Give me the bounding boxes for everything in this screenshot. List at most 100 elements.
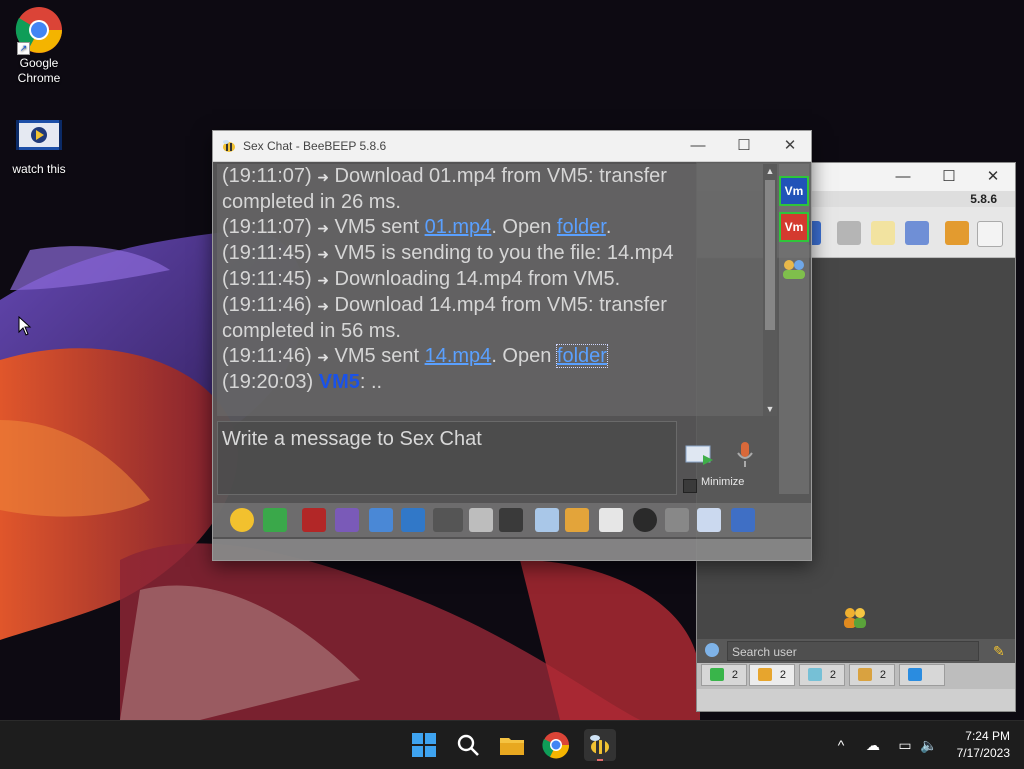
file-explorer-icon[interactable]	[496, 729, 528, 761]
clear-chat-icon[interactable]	[665, 508, 689, 532]
volume-icon[interactable]: 🔈	[918, 721, 940, 769]
send-mail-icon[interactable]	[263, 508, 287, 532]
file-transfer-icon: ➜	[317, 272, 329, 288]
clear-search-icon[interactable]: ✎	[993, 643, 1005, 660]
chat-message-area[interactable]: (19:11:07) ➜ Download 01.mp4 from VM5: t…	[217, 164, 763, 416]
search-icon[interactable]	[452, 729, 484, 761]
chat-message: (19:11:07) ➜ Download 01.mp4 from VM5: t…	[222, 165, 667, 187]
start-windows-icon[interactable]	[408, 729, 440, 761]
file-link[interactable]: 14.mp4	[425, 345, 492, 367]
file-transfer-icon: ➜	[317, 220, 329, 236]
users-icon	[758, 668, 772, 681]
desktop-icon-label: watch this	[12, 162, 66, 176]
download-icon[interactable]	[945, 221, 969, 245]
mail-icon[interactable]	[837, 221, 861, 245]
chat-window-title: Sex Chat - BeeBEEP 5.8.6	[243, 139, 387, 153]
file-transfer-icon: ➜	[317, 298, 329, 314]
tools-icon[interactable]	[905, 221, 929, 245]
chat-format-toolbar	[213, 503, 811, 537]
file-transfer-icon: ➜	[317, 349, 329, 365]
chat-members-column: Vm Vm	[779, 164, 809, 494]
spellcheck-icon[interactable]	[433, 508, 463, 532]
groups-icon	[858, 668, 872, 681]
onedrive-offline-icon[interactable]: ☁	[862, 721, 884, 769]
chat-message: (19:11:46) ➜ VM5 sent 14.mp4. Open folde…	[222, 344, 608, 368]
show-hidden-icons-icon[interactable]: ^	[832, 721, 850, 769]
network-icon[interactable]: ▭	[894, 721, 916, 769]
clock-time: 7:24 PM	[965, 729, 1010, 743]
write-icon[interactable]	[871, 221, 895, 245]
search-user-input[interactable]: Search user	[727, 641, 979, 661]
minimize-button[interactable]: —	[687, 136, 709, 156]
file-link[interactable]: 01.mp4	[425, 216, 492, 238]
beebeep-bee-icon[interactable]	[584, 729, 616, 761]
chat-message: (19:11:46) ➜ Download 14.mp4 from VM5: t…	[222, 294, 667, 316]
desktop-icon-label: Google Chrome	[17, 56, 61, 85]
send-file-icon[interactable]	[685, 443, 715, 467]
word-complete-icon[interactable]	[469, 508, 493, 532]
beebeep-bee-icon	[221, 138, 237, 154]
tab-users[interactable]: 2	[749, 664, 795, 686]
chat-message-continued: completed in 26 ms.	[222, 191, 401, 213]
detach-chat-icon[interactable]	[731, 508, 755, 532]
chat-message: (19:11:07) ➜ VM5 sent 01.mp4. Open folde…	[222, 216, 612, 238]
tab-conversations[interactable]: 2	[799, 664, 845, 686]
minimize-button[interactable]: —	[893, 167, 913, 187]
taskbar: ^ ☁ ▭ 🔈 7:24 PM 7/17/2023	[0, 720, 1024, 769]
member-avatar[interactable]: Vm	[779, 212, 809, 242]
group-members-icon[interactable]	[781, 258, 807, 280]
desktop-icon-watch-this[interactable]: watch this	[3, 120, 75, 177]
emoticon-icon[interactable]	[230, 508, 254, 532]
open-folder-link[interactable]: folder	[555, 344, 608, 368]
chat-window-titlebar[interactable]: Sex Chat - BeeBEEP 5.8.6 — ☐ ✕	[213, 131, 811, 162]
message-scrollbar[interactable]: ▲ ▼	[763, 164, 777, 416]
screenshot-icon[interactable]	[633, 508, 657, 532]
chat-status-bar	[213, 539, 811, 560]
maximize-button[interactable]: ☐	[733, 136, 755, 156]
shortcut-arrow-icon: ↗	[17, 42, 30, 55]
notes-icon[interactable]	[977, 221, 1003, 247]
scroll-up-icon[interactable]: ▲	[765, 165, 775, 177]
scroll-thumb[interactable]	[765, 180, 775, 330]
send-file-icon[interactable]	[535, 508, 559, 532]
share-icon	[908, 668, 922, 681]
filter-icon[interactable]	[369, 508, 393, 532]
desktop-icon-chrome[interactable]: ↗ Google Chrome	[3, 6, 75, 86]
close-button[interactable]: ✕	[983, 167, 1003, 187]
member-avatar[interactable]: Vm	[779, 176, 809, 206]
chat-window[interactable]: Sex Chat - BeeBEEP 5.8.6 — ☐ ✕ (19:11:07…	[212, 130, 812, 561]
chrome-icon: ↗	[15, 6, 63, 55]
message-input[interactable]: Write a message to Sex Chat	[217, 421, 677, 495]
users-group-icon	[841, 605, 869, 629]
clock[interactable]: 7:24 PM 7/17/2023	[957, 728, 1010, 762]
maximize-button[interactable]: ☐	[939, 167, 959, 187]
minimize-label: Minimize	[701, 476, 745, 488]
enter-send-icon[interactable]	[499, 508, 523, 532]
video-file-icon	[16, 120, 62, 150]
html-code-icon[interactable]	[599, 508, 623, 532]
bubbles-icon	[808, 668, 822, 681]
tab-share[interactable]	[899, 664, 945, 686]
save-chat-icon[interactable]	[697, 508, 721, 532]
open-folder-link[interactable]: folder	[557, 216, 606, 238]
font-icon[interactable]	[302, 508, 326, 532]
clock-date: 7/17/2023	[956, 746, 1010, 760]
color-picker-icon[interactable]	[335, 508, 359, 532]
chat-message: (19:11:45) ➜ Downloading 14.mp4 from VM5…	[222, 268, 621, 290]
tab-chats[interactable]: 2	[701, 664, 747, 686]
main-status-bar	[697, 689, 1015, 711]
settings-gear-icon[interactable]	[401, 508, 425, 532]
minimize-checkbox[interactable]	[683, 479, 697, 493]
sender-nick[interactable]: VM5	[319, 371, 360, 393]
chrome-icon[interactable]	[540, 729, 572, 761]
settings-gear-icon[interactable]	[705, 643, 719, 657]
search-row: Search user ✎	[697, 639, 1015, 663]
chat-icon	[710, 668, 724, 681]
send-folder-icon[interactable]	[565, 508, 589, 532]
microphone-icon[interactable]	[735, 441, 755, 469]
close-button[interactable]: ✕	[779, 136, 801, 156]
scroll-down-icon[interactable]: ▼	[765, 403, 775, 415]
chat-message: (19:11:45) ➜ VM5 is sending to you the f…	[222, 242, 674, 264]
tab-groups[interactable]: 2	[849, 664, 895, 686]
file-transfer-icon: ➜	[317, 169, 329, 185]
